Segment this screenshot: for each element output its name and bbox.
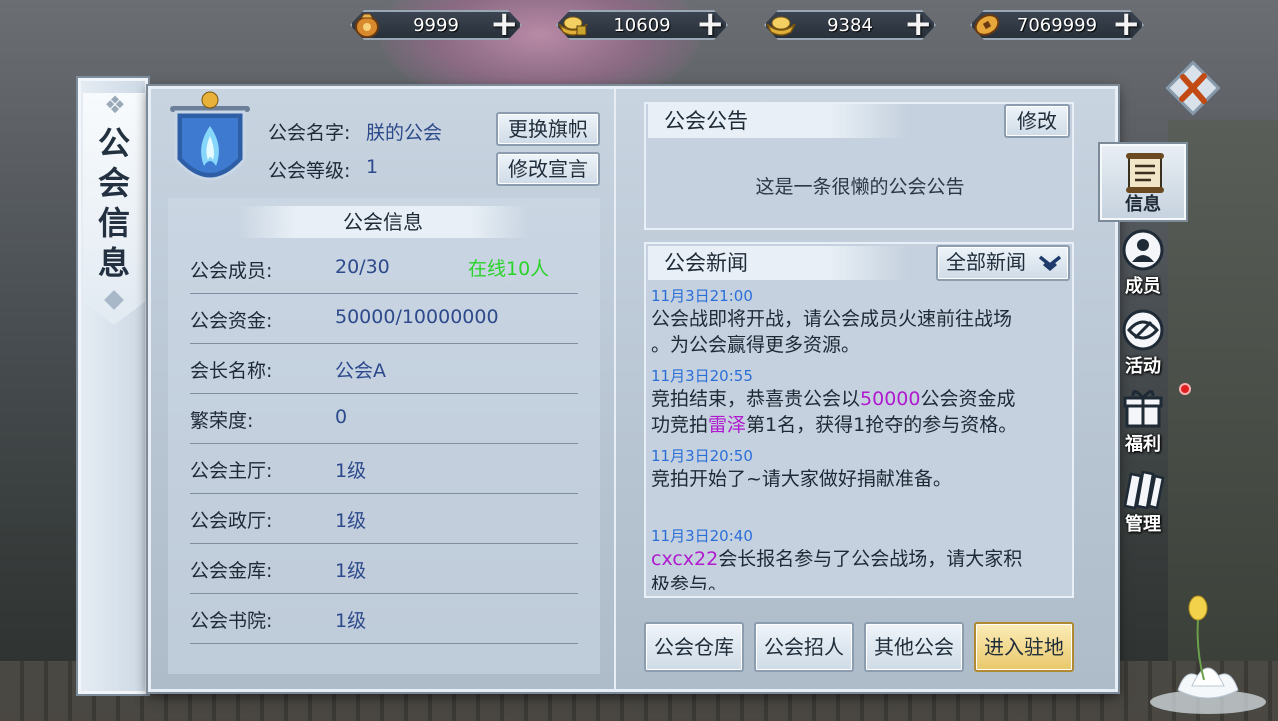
row-label: 公会资金: xyxy=(190,310,273,332)
add-gold-ingot-button[interactable]: + xyxy=(904,7,933,41)
gold-ingot-icon xyxy=(764,8,798,42)
row-value: 20/30 xyxy=(335,256,390,278)
edit-notice-button[interactable]: 修改 xyxy=(1004,104,1070,138)
currency-gold-ingot: 9384 + xyxy=(756,7,944,43)
news-time: 11月3日20:55 xyxy=(651,367,753,385)
news-filter-dropdown[interactable]: 全部新闻 xyxy=(936,245,1070,281)
edit-declaration-button[interactable]: 修改宣言 xyxy=(496,152,600,186)
table-row: 会长名称: 公会A xyxy=(190,344,578,394)
news-text: 竞拍开始了~请大家做好捐献准备。 xyxy=(651,468,952,490)
currency-value: 9999 xyxy=(413,15,459,36)
coin-icon xyxy=(970,8,1004,42)
news-item: 11月3日20:55 竞拍结束，恭喜贵公会以50000公会资金成 功竞拍雷泽第1… xyxy=(651,366,1071,438)
row-label: 公会政厅: xyxy=(190,510,273,532)
row-value: 1级 xyxy=(335,610,367,632)
tab-welfare[interactable]: 福利 xyxy=(1100,382,1186,458)
row-label: 公会书院: xyxy=(190,610,273,632)
tab-label: 活动 xyxy=(1125,356,1161,377)
add-bag-button[interactable]: + xyxy=(490,7,519,41)
tab-label: 信息 xyxy=(1125,194,1161,215)
news-time: 11月3日21:00 xyxy=(651,287,753,305)
notice-text: 这是一条很懒的公会公告 xyxy=(755,176,965,198)
add-coin-button[interactable]: + xyxy=(1112,7,1141,41)
other-guilds-button[interactable]: 其他公会 xyxy=(864,622,964,672)
news-text: cxcx22会长报名参与了公会战场，请大家积 极参与。 xyxy=(651,548,1023,590)
tab-label: 成员 xyxy=(1125,276,1161,297)
notice-title: 公会公告 xyxy=(648,104,908,138)
currency-value: 9384 xyxy=(827,15,873,36)
highlight-name: 雷泽 xyxy=(708,414,747,436)
tab-members[interactable]: 成员 xyxy=(1100,224,1186,300)
flags-icon xyxy=(1123,470,1165,510)
guild-name-value: 朕的公会 xyxy=(366,122,443,144)
table-row: 公会金库: 1级 xyxy=(190,544,578,594)
row-label: 公会金库: xyxy=(190,560,273,582)
side-title-tab: ❖ 公会信息 xyxy=(78,78,148,694)
close-button[interactable] xyxy=(1164,59,1222,117)
guild-level-label: 公会等级: xyxy=(268,160,351,182)
news-item: 11月3日21:00 公会战即将开战，请公会成员火速前往战场 。为公会赢得更多资… xyxy=(651,286,1071,358)
guild-warehouse-button[interactable]: 公会仓库 xyxy=(644,622,744,672)
side-title-text: 公会信息 xyxy=(97,124,130,282)
table-row: 公会书院: 1级 xyxy=(190,594,578,644)
table-row: 公会资金: 50000/10000000 xyxy=(190,294,578,344)
row-label: 公会成员: xyxy=(190,260,273,282)
news-time: 11月3日20:40 xyxy=(651,527,753,545)
guild-emblem-icon xyxy=(166,90,254,202)
table-row: 公会主厅: 1级 xyxy=(190,444,578,494)
currency-bag: 9999 + xyxy=(342,7,530,43)
person-icon xyxy=(1122,229,1164,271)
news-text: 公会战即将开战，请公会成员火速前往战场 。为公会赢得更多资源。 xyxy=(651,308,1013,356)
guild-recruit-button[interactable]: 公会招人 xyxy=(754,622,854,672)
news-title: 公会新闻 xyxy=(648,246,908,280)
row-value: 1级 xyxy=(335,460,367,482)
currency-coin: 7069999 + xyxy=(962,7,1152,43)
chevron-down-icon xyxy=(1038,255,1062,271)
tab-management[interactable]: 管理 xyxy=(1100,462,1186,538)
news-time: 11月3日20:50 xyxy=(651,447,753,465)
bag-icon xyxy=(350,8,384,42)
online-count: 在线10人 xyxy=(468,258,550,280)
news-filter-label: 全部新闻 xyxy=(946,250,1026,274)
table-row: 公会政厅: 1级 xyxy=(190,494,578,544)
guild-info-title: 公会信息 xyxy=(238,206,528,238)
row-value: 公会A xyxy=(335,360,386,382)
currency-locked-ingot: 10609 + xyxy=(548,7,736,43)
close-icon xyxy=(1165,60,1221,116)
row-value: 1级 xyxy=(335,510,367,532)
row-value: 50000/10000000 xyxy=(335,306,499,328)
guild-level-value: 1 xyxy=(366,156,379,178)
tab-label: 福利 xyxy=(1125,434,1161,455)
tab-activities[interactable]: 活动 xyxy=(1100,304,1186,380)
news-item: 11月3日20:40 cxcx22会长报名参与了公会战场，请大家积 极参与。 xyxy=(651,526,1071,590)
guild-name-label: 公会名字: xyxy=(268,122,351,144)
add-locked-ingot-button[interactable]: + xyxy=(696,7,725,41)
row-value: 0 xyxy=(335,406,348,428)
highlight-name: cxcx22 xyxy=(651,548,719,570)
currency-value: 10609 xyxy=(613,15,671,36)
change-flag-button[interactable]: 更换旗帜 xyxy=(496,112,600,146)
table-row: 繁荣度: 0 xyxy=(190,394,578,444)
knot-ornament-icon: ❖ xyxy=(104,91,126,119)
row-value: 1级 xyxy=(335,560,367,582)
lotus-decoration-icon xyxy=(1148,590,1278,721)
tab-label: 管理 xyxy=(1125,514,1161,535)
activity-icon xyxy=(1122,309,1164,351)
highlight-amount: 50000 xyxy=(860,388,921,410)
news-item: 11月3日20:50 竞拍开始了~请大家做好捐献准备。 xyxy=(651,446,1071,492)
tab-info[interactable]: 信息 xyxy=(1100,144,1186,220)
panel-divider xyxy=(614,89,616,689)
gift-icon xyxy=(1123,390,1163,428)
enter-base-button[interactable]: 进入驻地 xyxy=(974,622,1074,672)
table-row: 公会成员: 20/30 在线10人 xyxy=(190,244,578,294)
row-label: 会长名称: xyxy=(190,360,273,382)
row-label: 公会主厅: xyxy=(190,460,273,482)
locked-ingot-icon xyxy=(556,8,590,42)
currency-value: 7069999 xyxy=(1016,15,1098,36)
row-label: 繁荣度: xyxy=(190,410,254,432)
news-text: 竞拍结束，恭喜贵公会以50000公会资金成 功竞拍雷泽第1名，获得1抢夺的参与资… xyxy=(651,388,1018,436)
